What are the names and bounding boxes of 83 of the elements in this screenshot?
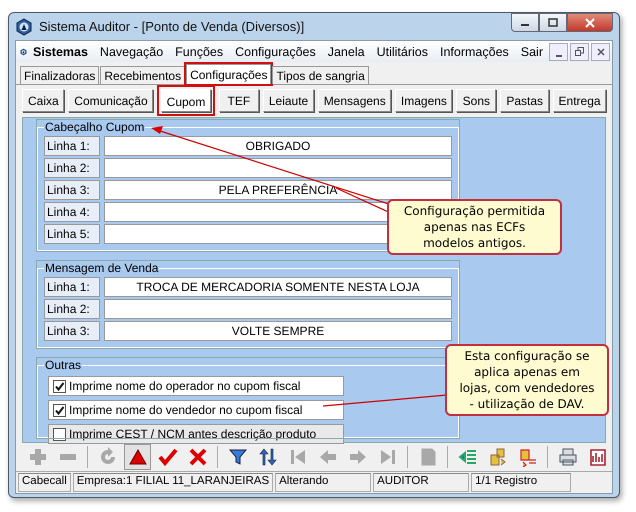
- tab[interactable]: Imagens: [394, 89, 452, 112]
- status-panel: AUDITOR: [373, 473, 470, 492]
- note-tooltip: Configuração permitida apenas nas ECFs modelos antigos.: [387, 199, 562, 255]
- status-panel: Empresa:1 FILIAL 11_LARANJEIRAS: [72, 473, 274, 492]
- status-panel: 1/1 Registro: [471, 473, 572, 492]
- funnel-icon: [228, 450, 247, 466]
- swap-icon: [490, 448, 506, 466]
- checkbox[interactable]: [53, 428, 66, 441]
- checkbox[interactable]: [53, 380, 66, 393]
- close-button[interactable]: [591, 42, 610, 61]
- prev-icon: [320, 450, 336, 464]
- field-label: Linha 3:: [44, 180, 100, 200]
- group-title: Mensagem de Venda: [44, 261, 160, 276]
- tab[interactable]: Entrega: [552, 89, 606, 112]
- close-icon: [596, 48, 604, 56]
- print-icon: [559, 448, 576, 466]
- restore-button[interactable]: [570, 42, 589, 61]
- first-icon: [290, 450, 304, 464]
- triangle-button[interactable]: [124, 444, 151, 470]
- refresh-icon: [100, 447, 114, 464]
- menu-item[interactable]: Sistemas: [27, 44, 94, 59]
- chart-icon: [590, 450, 606, 466]
- menu-item[interactable]: Funções: [169, 44, 230, 59]
- cross-icon: [188, 448, 206, 466]
- tab[interactable]: Mensagens: [318, 89, 391, 112]
- window-title: Sistema Auditor - [Ponto de Venda (Diversos)]: [39, 19, 304, 34]
- input-field[interactable]: PELA PREFERÊNCIA: [104, 180, 452, 200]
- close-button[interactable]: [567, 13, 613, 32]
- restore-icon: [575, 47, 584, 56]
- tab[interactable]: Pastas: [500, 89, 549, 112]
- tab[interactable]: Leiaute: [262, 89, 314, 112]
- field-label: Linha 3:: [44, 321, 100, 342]
- tab[interactable]: TEF: [218, 89, 259, 112]
- field-label: Linha 4:: [44, 202, 100, 222]
- field-label: Linha 1:: [44, 136, 100, 156]
- group-title: Cabeçalho Cupom: [44, 120, 146, 134]
- group-title: Outras: [44, 358, 82, 372]
- last-icon: [380, 450, 394, 464]
- tab[interactable]: Finalizadoras: [20, 66, 100, 84]
- minus-icon: [60, 454, 76, 460]
- input-field[interactable]: OBRIGADO: [104, 136, 452, 156]
- checkbox-label: Imprime nome do vendedor no cupom fiscal: [69, 403, 302, 418]
- field-label: Linha 5:: [44, 224, 100, 244]
- tab[interactable]: Comunicação: [68, 89, 153, 112]
- minimize-button[interactable]: [549, 42, 568, 61]
- menu-item[interactable]: Janela: [322, 44, 371, 59]
- next-icon: [350, 450, 366, 464]
- maximize-icon: [548, 18, 558, 27]
- close-icon: [585, 18, 595, 28]
- field-label: Linha 2:: [44, 158, 100, 178]
- list-icon: [458, 450, 476, 464]
- menu-item[interactable]: Navegação: [94, 44, 170, 59]
- plus-icon: [30, 449, 46, 466]
- status-panel: Alterando: [275, 473, 372, 492]
- app-logo-icon: [15, 18, 33, 36]
- menu-item[interactable]: Configurações: [229, 44, 322, 59]
- doc-icon: [421, 448, 435, 466]
- menu-item[interactable]: Sair: [514, 44, 549, 59]
- minimize-button[interactable]: [511, 13, 539, 32]
- input-field[interactable]: [104, 158, 452, 178]
- field-label: Linha 1:: [44, 277, 100, 298]
- input-field[interactable]: VOLTE SEMPRE: [104, 321, 452, 342]
- triangle-icon: [128, 449, 146, 465]
- maximize-button[interactable]: [539, 13, 567, 32]
- check-icon: [158, 449, 178, 466]
- note-tooltip: Esta configuração se aplica apenas em lojas, com vendedores - utilização de DAV.: [445, 344, 609, 416]
- tab[interactable]: Configurações: [186, 64, 272, 84]
- sort-icon: [258, 448, 276, 466]
- tab[interactable]: Tipos de sangria: [272, 66, 369, 84]
- menu-item[interactable]: Utilitários: [370, 44, 434, 59]
- field-label: Linha 2:: [44, 299, 100, 320]
- checkbox-label: Imprime nome do operador no cupom fiscal: [69, 379, 300, 394]
- status-panel: Cabecall: [18, 473, 71, 492]
- menu-item[interactable]: Informações: [434, 44, 515, 59]
- checkbox-label: Imprime CEST / NCM antes descrição produto: [69, 427, 316, 442]
- checkbox[interactable]: [53, 404, 66, 417]
- tab[interactable]: Caixa: [22, 89, 64, 112]
- dblist-icon: [520, 450, 536, 468]
- input-field[interactable]: TROCA DE MERCADORIA SOMENTE NESTA LOJA: [104, 277, 452, 298]
- input-field[interactable]: [104, 299, 452, 320]
- tab[interactable]: Recebimentos: [100, 66, 186, 84]
- tab[interactable]: Sons: [456, 89, 496, 112]
- minimize-icon: [556, 54, 562, 57]
